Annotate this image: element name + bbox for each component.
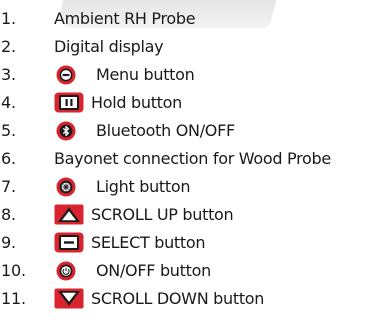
item-label: SELECT button xyxy=(91,232,206,252)
bluetooth-button-icon xyxy=(56,121,76,141)
item-number: 2. xyxy=(1,36,16,56)
menu-button-icon xyxy=(56,65,76,85)
item-label: Light button xyxy=(96,176,191,196)
item-label: Digital display xyxy=(54,36,164,56)
item-label: Bayonet connection for Wood Probe xyxy=(54,148,331,168)
select-button-icon xyxy=(54,232,84,253)
item-label: Menu button xyxy=(96,64,195,84)
item-label: ON/OFF button xyxy=(96,260,211,280)
item-number: 5. xyxy=(1,120,16,140)
hold-button-icon xyxy=(54,92,84,113)
item-number: 8. xyxy=(1,204,16,224)
item-label: Bluetooth ON/OFF xyxy=(96,120,235,140)
item-number: 1. xyxy=(1,8,16,28)
item-number: 3. xyxy=(1,64,16,84)
scroll-down-button-icon xyxy=(54,288,84,309)
light-button-icon xyxy=(56,177,76,197)
item-number: 7. xyxy=(1,176,16,196)
power-button-icon xyxy=(56,261,76,281)
item-label: Hold button xyxy=(91,92,182,112)
item-label: Ambient RH Probe xyxy=(54,8,196,28)
item-number: 9. xyxy=(1,232,16,252)
item-label: SCROLL UP button xyxy=(91,204,234,224)
item-number: 4. xyxy=(1,92,16,112)
item-number: 11. xyxy=(1,288,26,308)
scroll-up-button-icon xyxy=(54,204,84,225)
item-number: 10. xyxy=(1,260,26,280)
item-label: SCROLL DOWN button xyxy=(91,288,265,308)
item-number: 6. xyxy=(1,148,16,168)
